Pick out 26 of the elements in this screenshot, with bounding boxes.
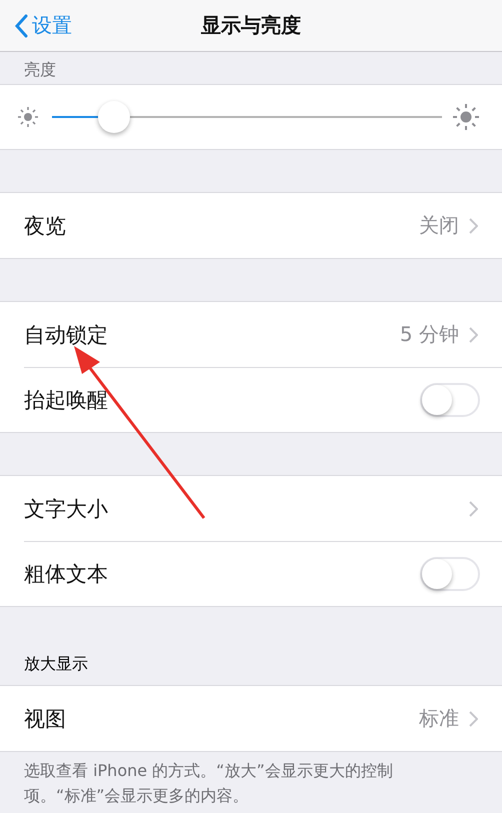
settings-row[interactable]: 视图 标准 bbox=[0, 686, 502, 751]
chevron-icon bbox=[469, 218, 478, 234]
settings-row[interactable]: 文字大小 bbox=[0, 476, 502, 541]
footer-note: 选取查看 iPhone 的方式。“放大”会显示更大的控制项。“标准”会显示更多的内容。 bbox=[23, 760, 394, 807]
chevron-icon bbox=[469, 710, 478, 726]
section-header: 放大显示 bbox=[24, 654, 88, 675]
row-label: 粗体文本 bbox=[24, 561, 109, 588]
bright-sun-icon bbox=[452, 103, 480, 131]
row-label: 夜览 bbox=[24, 212, 67, 240]
toggle-switch[interactable] bbox=[420, 557, 480, 591]
row-value: 关闭 bbox=[419, 212, 459, 239]
row-label: 自动锁定 bbox=[24, 322, 109, 348]
row-label: 视图 bbox=[24, 706, 67, 732]
toggle-switch[interactable] bbox=[420, 383, 480, 417]
back-chevron-icon bbox=[14, 14, 28, 38]
chevron-icon bbox=[469, 326, 478, 342]
settings-row[interactable]: 自动锁定 5 分钟 bbox=[0, 302, 502, 367]
section-header: 亮度 bbox=[24, 59, 56, 81]
row-label: 文字大小 bbox=[24, 496, 109, 522]
row-value: 5 分钟 bbox=[400, 321, 459, 348]
row-label: 抬起唤醒 bbox=[24, 387, 109, 414]
settings-row[interactable]: 夜览 关闭 bbox=[0, 193, 502, 258]
slider-thumb[interactable] bbox=[98, 101, 130, 133]
chevron-icon bbox=[469, 500, 478, 516]
screen-title: 显示与亮度 bbox=[201, 12, 301, 39]
row-value: 标准 bbox=[419, 705, 459, 732]
